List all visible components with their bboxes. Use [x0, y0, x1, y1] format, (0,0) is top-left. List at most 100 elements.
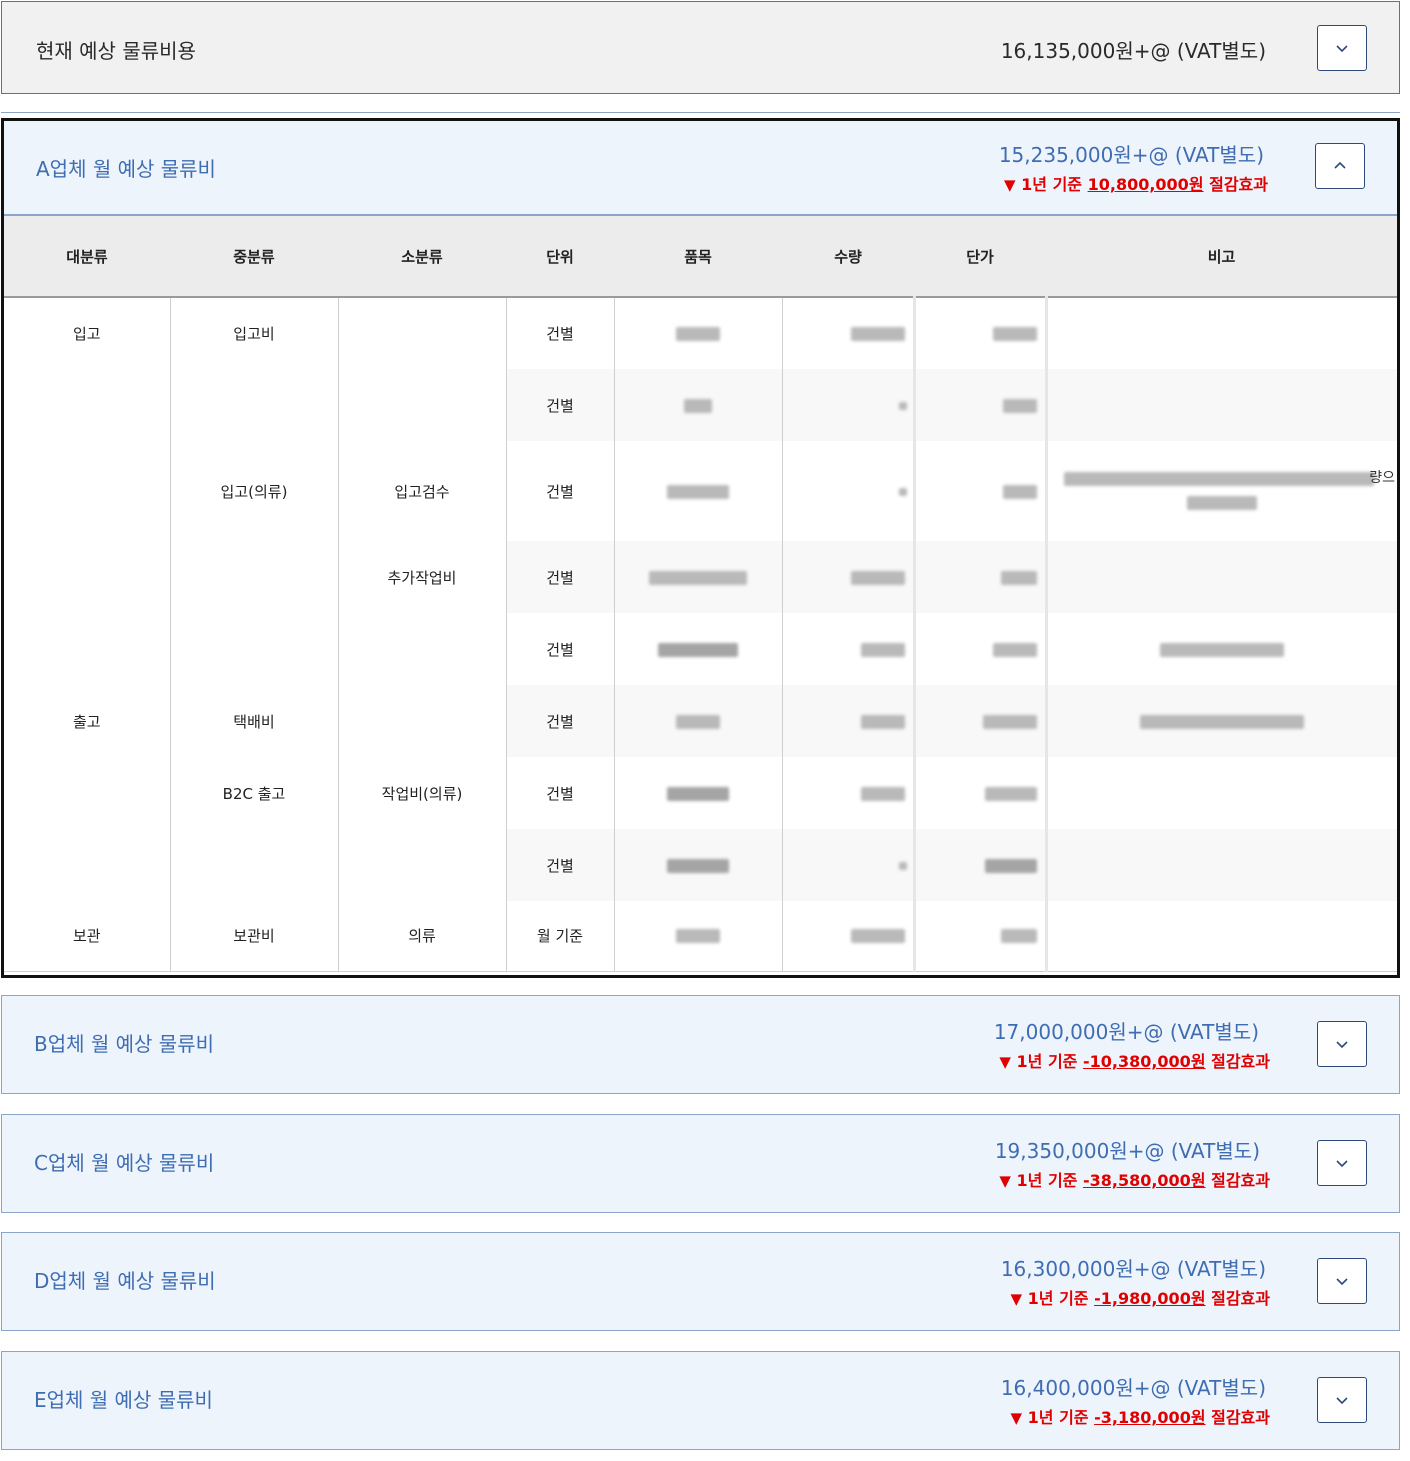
savings-value: 10,800,000원 [1087, 175, 1204, 194]
cell-unit: 건별 [506, 541, 615, 613]
cell-price-redacted [914, 829, 1048, 901]
cell-minor: 작업비(의류) [338, 757, 507, 829]
cell-mid: 입고(의류) [170, 441, 339, 541]
vendor-d-toggle-button[interactable] [1317, 1258, 1367, 1304]
col-header-item: 품목 [614, 216, 782, 298]
table-row: 추가작업비 건별 [4, 541, 1397, 613]
cell-minor: 추가작업비 [338, 541, 507, 613]
cell-note: 량으 [1046, 441, 1397, 541]
vendor-b-toggle-button[interactable] [1317, 1021, 1367, 1067]
current-cost-toggle-button[interactable] [1317, 25, 1367, 71]
cell-major [4, 541, 171, 613]
triangle-down-icon: ▼ [1010, 1290, 1023, 1308]
note-text-fragment: 량으 [1369, 470, 1395, 486]
cost-table: 대분류 중분류 소분류 단위 품목 수량 단가 비고 입고 입고비 건별 건별 … [4, 216, 1397, 972]
cell-note [1046, 541, 1397, 613]
cell-price-redacted [914, 369, 1048, 441]
cell-qty-redacted [782, 685, 916, 757]
divider [1, 112, 1400, 113]
cell-minor [338, 297, 507, 369]
savings-prefix: 1년 기준 [1027, 1408, 1095, 1427]
savings-suffix: 절감효과 [1205, 1171, 1270, 1190]
vendor-b-header[interactable]: B업체 월 예상 물류비 17,000,000원+@ (VAT별도) ▼ 1년 … [2, 996, 1399, 1093]
cell-note [1046, 297, 1397, 369]
cell-mid [170, 541, 339, 613]
cell-unit: 건별 [506, 369, 615, 441]
cell-price-redacted [914, 757, 1048, 829]
savings-suffix: 절감효과 [1205, 1289, 1270, 1308]
vendor-e-header[interactable]: E업체 월 예상 물류비 16,400,000원+@ (VAT별도) ▼ 1년 … [2, 1352, 1399, 1449]
chevron-up-icon [1334, 161, 1346, 169]
cell-major: 입고 [4, 297, 171, 369]
cell-price-redacted [914, 685, 1048, 757]
savings-suffix: 절감효과 [1205, 1408, 1270, 1427]
cell-major: 보관 [4, 901, 171, 972]
cell-price-redacted [914, 297, 1048, 369]
cell-note [1046, 829, 1397, 901]
vendor-a-amount: 15,235,000원+@ (VAT별도) [998, 143, 1264, 167]
cell-major [4, 613, 171, 685]
vendor-c-header[interactable]: C업체 월 예상 물류비 19,350,000원+@ (VAT별도) ▼ 1년 … [2, 1115, 1399, 1212]
table-row: 건별 [4, 369, 1397, 441]
vendor-c-title: C업체 월 예상 물류비 [34, 1151, 215, 1175]
cell-item-redacted [614, 297, 783, 369]
col-header-major: 대분류 [4, 216, 170, 298]
cell-price-redacted [914, 901, 1048, 972]
cell-item-redacted [614, 901, 783, 972]
cell-minor: 의류 [338, 901, 507, 972]
cell-item-redacted [614, 613, 783, 685]
cell-minor [338, 613, 507, 685]
vendor-d-header[interactable]: D업체 월 예상 물류비 16,300,000원+@ (VAT별도) ▼ 1년 … [2, 1233, 1399, 1330]
cell-major: 출고 [4, 685, 171, 757]
cell-item-redacted [614, 441, 783, 541]
vendor-e-toggle-button[interactable] [1317, 1377, 1367, 1423]
table-row: 보관 보관비 의류 월 기준 [4, 901, 1397, 972]
vendor-c-toggle-button[interactable] [1317, 1140, 1367, 1186]
chevron-down-icon [1336, 1397, 1348, 1405]
triangle-down-icon: ▼ [1004, 176, 1016, 194]
vendor-e-amount: 16,400,000원+@ (VAT별도) [1000, 1376, 1266, 1400]
cell-unit: 건별 [506, 685, 615, 757]
cell-mid [170, 369, 339, 441]
chevron-down-icon [1336, 1041, 1348, 1049]
chevron-down-icon [1336, 1160, 1348, 1168]
vendor-c-savings: ▼ 1년 기준 -38,580,000원 절감효과 [999, 1167, 1270, 1191]
cell-unit: 월 기준 [506, 901, 615, 972]
savings-value: -10,380,000원 [1082, 1052, 1206, 1071]
table-row: 건별 [4, 613, 1397, 685]
chevron-down-icon [1336, 45, 1348, 53]
table-row: 건별 [4, 829, 1397, 901]
vendor-e-title: E업체 월 예상 물류비 [34, 1388, 213, 1412]
current-cost-title: 현재 예상 물류비용 [36, 39, 196, 63]
cell-mid: 택배비 [170, 685, 339, 757]
col-header-minor: 소분류 [338, 216, 506, 298]
vendor-a-toggle-button[interactable] [1315, 143, 1365, 189]
cell-item-redacted [614, 541, 783, 613]
current-cost-panel: 현재 예상 물류비용 16,135,000원+@ (VAT별도) [1, 1, 1400, 94]
cell-unit: 건별 [506, 441, 615, 541]
col-header-note: 비고 [1046, 216, 1397, 298]
table-row: 출고 택배비 건별 [4, 685, 1397, 757]
vendor-d-panel: D업체 월 예상 물류비 16,300,000원+@ (VAT별도) ▼ 1년 … [1, 1232, 1400, 1331]
cell-qty-redacted [782, 757, 916, 829]
savings-value: -3,180,000원 [1094, 1408, 1206, 1427]
cell-qty-redacted [782, 613, 916, 685]
cell-item-redacted [614, 757, 783, 829]
cell-note [1046, 757, 1397, 829]
triangle-down-icon: ▼ [1010, 1409, 1023, 1427]
cell-item-redacted [614, 829, 783, 901]
cell-minor: 입고검수 [338, 441, 507, 541]
vendor-a-header[interactable]: A업체 월 예상 물류비 15,235,000원+@ (VAT별도) ▼ 1년 … [4, 121, 1397, 216]
vendor-d-savings: ▼ 1년 기준 -1,980,000원 절감효과 [1011, 1285, 1270, 1309]
cell-qty-redacted [782, 297, 916, 369]
cell-unit: 건별 [506, 297, 615, 369]
cell-major [4, 829, 171, 901]
vendor-a-savings: ▼ 1년 기준 10,800,000원 절감효과 [1004, 171, 1268, 195]
cell-note [1046, 369, 1397, 441]
vendor-e-panel: E업체 월 예상 물류비 16,400,000원+@ (VAT별도) ▼ 1년 … [1, 1351, 1400, 1450]
cell-note [1046, 613, 1397, 685]
cell-major [4, 441, 171, 541]
table-header-row: 대분류 중분류 소분류 단위 품목 수량 단가 비고 [4, 216, 1397, 298]
cell-qty-redacted [782, 901, 916, 972]
cell-note [1046, 901, 1397, 972]
